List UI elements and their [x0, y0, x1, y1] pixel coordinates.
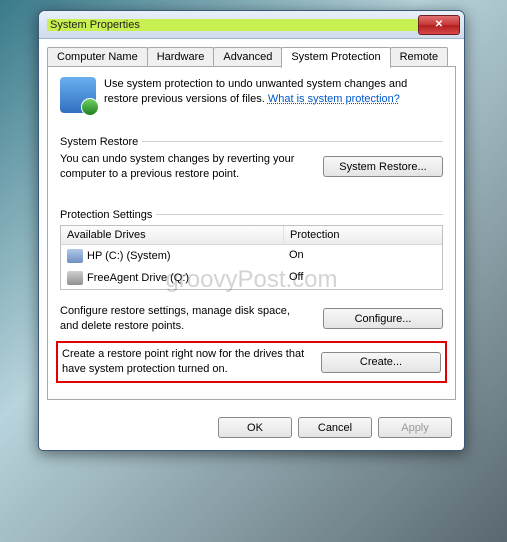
configure-desc: Configure restore settings, manage disk … [60, 304, 311, 334]
close-icon: ✕ [435, 19, 443, 30]
system-restore-group: System Restore You can undo system chang… [60, 129, 443, 182]
drive-icon [67, 249, 83, 263]
drive-protection: On [283, 247, 442, 265]
tab-remote[interactable]: Remote [390, 47, 449, 67]
system-properties-window: System Properties ✕ Computer Name Hardwa… [38, 10, 465, 451]
dialog-footer: OK Cancel Apply [39, 409, 464, 450]
table-row[interactable]: FreeAgent Drive (Q:) Off [61, 267, 442, 289]
cancel-button[interactable]: Cancel [298, 417, 372, 438]
col-available-drives[interactable]: Available Drives [61, 226, 284, 244]
tab-bar: Computer Name Hardware Advanced System P… [39, 39, 464, 67]
what-is-link[interactable]: What is system protection? [268, 93, 400, 105]
apply-button[interactable]: Apply [378, 417, 452, 438]
system-restore-legend: System Restore [60, 129, 443, 142]
protection-settings-group: Protection Settings Available Drives Pro… [60, 202, 443, 383]
window-title: System Properties [47, 19, 418, 31]
drive-name: FreeAgent Drive (Q:) [87, 272, 189, 284]
drives-table: Available Drives Protection HP (C:) (Sys… [60, 225, 443, 290]
titlebar[interactable]: System Properties ✕ [39, 11, 464, 39]
tab-hardware[interactable]: Hardware [147, 47, 215, 67]
tab-computer-name[interactable]: Computer Name [47, 47, 148, 67]
intro-text: Use system protection to undo unwanted s… [104, 77, 443, 113]
ok-button[interactable]: OK [218, 417, 292, 438]
tab-advanced[interactable]: Advanced [213, 47, 282, 67]
table-row[interactable]: HP (C:) (System) On [61, 245, 442, 267]
drive-name: HP (C:) (System) [87, 250, 171, 262]
drive-icon [67, 271, 83, 285]
system-restore-button[interactable]: System Restore... [323, 156, 443, 177]
drive-protection: Off [283, 269, 442, 287]
system-restore-desc: You can undo system changes by reverting… [60, 152, 311, 182]
create-row-highlight: Create a restore point right now for the… [56, 341, 447, 383]
tab-system-protection[interactable]: System Protection [281, 47, 390, 68]
create-desc: Create a restore point right now for the… [62, 347, 309, 377]
tab-content: Use system protection to undo unwanted s… [47, 66, 456, 400]
table-header: Available Drives Protection [61, 226, 442, 245]
system-protection-icon [60, 77, 96, 113]
protection-settings-legend: Protection Settings [60, 202, 443, 215]
intro-row: Use system protection to undo unwanted s… [60, 77, 443, 113]
col-protection[interactable]: Protection [284, 226, 442, 244]
configure-button[interactable]: Configure... [323, 308, 443, 329]
create-button[interactable]: Create... [321, 352, 441, 373]
close-button[interactable]: ✕ [418, 15, 460, 35]
